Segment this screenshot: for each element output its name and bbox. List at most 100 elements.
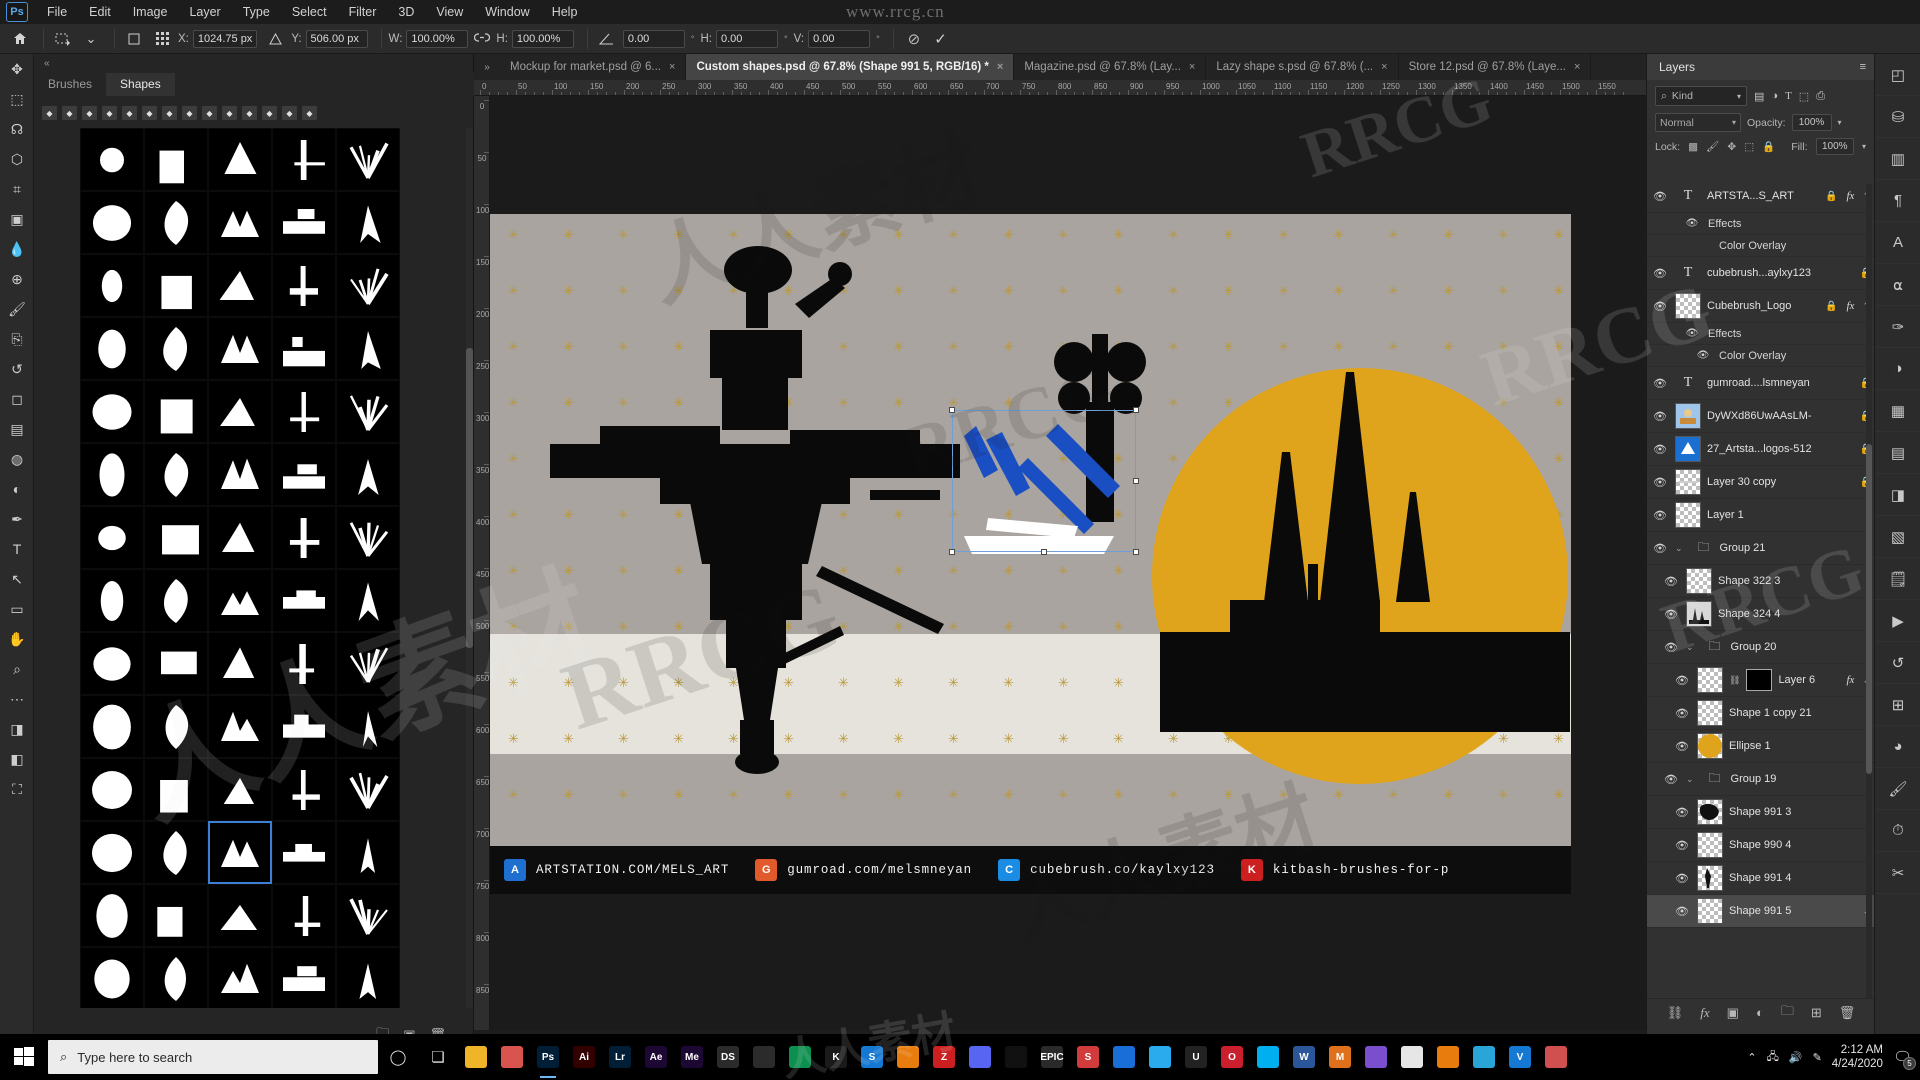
shape-cell-32[interactable]: [208, 506, 272, 569]
action-center-icon[interactable]: 🗨 5: [1893, 1048, 1916, 1070]
shape-cell-35[interactable]: [80, 569, 144, 632]
footer-link-0[interactable]: A ARTSTATION.COM/MELS_ART: [504, 859, 729, 881]
shape-cell-45[interactable]: [80, 695, 144, 758]
eye-icon[interactable]: 👁: [1673, 806, 1691, 819]
shape-cell-30[interactable]: [80, 506, 144, 569]
taskbar-app-vlc[interactable]: [1430, 1034, 1466, 1080]
more-tools[interactable]: ⋯: [0, 684, 34, 714]
zoom-tool[interactable]: ⌕: [0, 654, 34, 684]
shape-cell-4[interactable]: [336, 128, 400, 191]
shape-preset-3[interactable]: ◆: [102, 106, 117, 120]
reference-point-icon[interactable]: [122, 28, 146, 50]
filter-shape-icon[interactable]: ⬚: [1799, 90, 1809, 103]
taskbar-app-vegas[interactable]: V: [1502, 1034, 1538, 1080]
layers-list[interactable]: 👁 T ARTSTA...S_ART 🔒 fx ⌃ 👁 Effects Colo…: [1647, 180, 1875, 1018]
layer-row[interactable]: 👁 ⌄ 🗀 Group 20: [1647, 631, 1875, 664]
delete-layer-icon[interactable]: 🗑: [1839, 1005, 1856, 1021]
shape-cell-53[interactable]: [272, 758, 336, 821]
layer-thumbnail[interactable]: [1697, 898, 1723, 924]
chevron-down-icon[interactable]: ▾: [1862, 142, 1866, 151]
shape-cell-22[interactable]: [208, 380, 272, 443]
adjustment-layer-icon[interactable]: ◐: [1756, 1005, 1764, 1020]
character-icon[interactable]: A: [1875, 222, 1920, 264]
shape-cell-64[interactable]: [336, 884, 400, 947]
taskbar-app-notepad[interactable]: [1394, 1034, 1430, 1080]
layer-row[interactable]: 👁 Shape 1 copy 21: [1647, 697, 1875, 730]
taskbar-app-adobe-illustrator[interactable]: Ai: [566, 1034, 602, 1080]
lasso-tool[interactable]: ☊: [0, 114, 34, 144]
eye-icon[interactable]: 👁: [1651, 476, 1669, 489]
transform-handle-bm[interactable]: [1041, 549, 1047, 555]
eyedropper-tool[interactable]: 💧: [0, 234, 34, 264]
taskbar-app-adobe-media-encoder[interactable]: Me: [674, 1034, 710, 1080]
dodge-tool[interactable]: ◐: [0, 474, 34, 504]
layer-mask-thumbnail[interactable]: [1746, 669, 1773, 691]
eye-icon[interactable]: 👁: [1673, 839, 1691, 852]
crop-tool[interactable]: ⌗: [0, 174, 34, 204]
patterns-icon[interactable]: ▦: [1875, 390, 1920, 432]
shape-preset-12[interactable]: ◆: [282, 106, 297, 120]
eye-icon[interactable]: 👁: [1694, 350, 1712, 361]
rotate-input[interactable]: 0.00: [622, 29, 685, 48]
eye-icon[interactable]: 👁: [1651, 300, 1669, 313]
taskbar-app-substance-painter[interactable]: S: [854, 1034, 890, 1080]
transform-handle-bl[interactable]: [949, 549, 955, 555]
shape-cell-12[interactable]: [208, 254, 272, 317]
shape-preset-9[interactable]: ◆: [222, 106, 237, 120]
document-tab-3[interactable]: Lazy shape s.psd @ 67.8% (... ×: [1206, 54, 1399, 80]
menu-help[interactable]: Help: [541, 2, 589, 22]
footer-link-1[interactable]: G gumroad.com/melsmneyan: [755, 859, 972, 881]
taskbar-app-zbrush[interactable]: Z: [926, 1034, 962, 1080]
swatches-icon[interactable]: ▧: [1875, 516, 1920, 558]
libraries-icon[interactable]: ⛁: [1875, 96, 1920, 138]
layer-row[interactable]: 👁 ⛓ Layer 6 fx ⌄: [1647, 664, 1875, 697]
document-tab-0[interactable]: Mockup for market.psd @ 6... ×: [500, 54, 687, 80]
shape-cell-14[interactable]: [336, 254, 400, 317]
new-group-icon[interactable]: 🗀: [1781, 1002, 1794, 1024]
pen-tool[interactable]: ✒: [0, 504, 34, 534]
shape-cell-2[interactable]: [208, 128, 272, 191]
shape-cell-10[interactable]: [80, 254, 144, 317]
home-icon[interactable]: [8, 28, 32, 50]
taskbar-app-winrar[interactable]: [1358, 1034, 1394, 1080]
rectangle-tool[interactable]: ▭: [0, 594, 34, 624]
taskbar-app-marmoset[interactable]: M: [1322, 1034, 1358, 1080]
gradient-tool[interactable]: ▤: [0, 414, 34, 444]
layer-thumbnail[interactable]: [1697, 733, 1723, 759]
shape-cell-68[interactable]: [272, 947, 336, 1008]
lock-image-icon[interactable]: 🖌: [1706, 140, 1719, 153]
shape-preset-8[interactable]: ◆: [202, 106, 217, 120]
close-icon[interactable]: ×: [997, 61, 1003, 73]
shape-cell-60[interactable]: [80, 884, 144, 947]
eye-icon[interactable]: 👁: [1651, 443, 1669, 456]
layer-row[interactable]: 👁 27_Artsta...logos-512 🔒: [1647, 433, 1875, 466]
shape-cell-25[interactable]: [80, 443, 144, 506]
document-tab-1[interactable]: Custom shapes.psd @ 67.8% (Shape 991 5, …: [686, 54, 1015, 80]
windows-start-icon[interactable]: [0, 1034, 48, 1080]
shape-cell-51[interactable]: [144, 758, 208, 821]
shape-cell-48[interactable]: [272, 695, 336, 758]
tab-brushes[interactable]: Brushes: [34, 73, 106, 96]
shape-cell-6[interactable]: [144, 191, 208, 254]
taskbar-app-word[interactable]: W: [1286, 1034, 1322, 1080]
styles-icon[interactable]: ◨: [1875, 474, 1920, 516]
commit-transform-icon[interactable]: ✓: [934, 30, 947, 48]
show-hidden-icons[interactable]: ⌃: [1747, 1051, 1756, 1064]
shape-preset-6[interactable]: ◆: [162, 106, 177, 120]
menu-type[interactable]: Type: [232, 2, 281, 22]
layer-row[interactable]: 👁 ⌄ 🗀 Group 21: [1647, 532, 1875, 565]
shape-cell-44[interactable]: [336, 632, 400, 695]
shape-cell-19[interactable]: [336, 317, 400, 380]
eye-icon[interactable]: 👁: [1673, 674, 1691, 687]
taskbar-app-blender[interactable]: [890, 1034, 926, 1080]
layer-effect-row[interactable]: 👁 Color Overlay: [1647, 345, 1875, 367]
menu-filter[interactable]: Filter: [338, 2, 388, 22]
clock[interactable]: 2:12 AM 4/24/2020: [1832, 1043, 1883, 1071]
shape-cell-13[interactable]: [272, 254, 336, 317]
screen-mode[interactable]: ⛶: [0, 774, 34, 804]
frame-tool[interactable]: ▣: [0, 204, 34, 234]
shape-cell-40[interactable]: [80, 632, 144, 695]
layer-thumbnail[interactable]: [1675, 436, 1701, 462]
document-tab-2[interactable]: Magazine.psd @ 67.8% (Lay... ×: [1014, 54, 1207, 80]
eye-icon[interactable]: 👁: [1651, 190, 1669, 203]
